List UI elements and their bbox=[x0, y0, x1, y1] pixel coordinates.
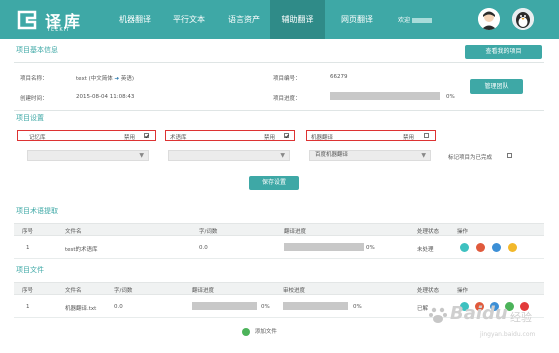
col-word-count: 字/词数 bbox=[199, 229, 218, 235]
export-icon[interactable] bbox=[476, 243, 485, 252]
project-progress-bar bbox=[330, 92, 440, 100]
edit-icon[interactable] bbox=[492, 243, 501, 252]
project-info-title: 项目基本信息 bbox=[16, 46, 58, 54]
term-setting-box: 术语库 禁用 bbox=[165, 130, 295, 141]
project-name-value: text (中文简体 ➔ 英语) bbox=[76, 76, 135, 82]
row-status: 已解 bbox=[417, 306, 429, 312]
welcome-text: 欢迎 bbox=[398, 15, 433, 24]
term-disable-checkbox[interactable] bbox=[284, 133, 289, 138]
row-word-count: 0.0 bbox=[199, 245, 208, 251]
mt-setting-box: 机器翻译 禁用 bbox=[306, 130, 436, 141]
project-files-title: 项目文件 bbox=[16, 266, 44, 274]
row-status: 未处理 bbox=[417, 247, 434, 253]
plus-icon bbox=[242, 328, 250, 336]
nav-web-translation[interactable]: 网页翻译 bbox=[326, 0, 388, 39]
mt-label: 机器翻译 bbox=[311, 135, 334, 141]
mt-disable-checkbox[interactable] bbox=[424, 133, 429, 138]
col-index: 序号 bbox=[22, 288, 34, 294]
nav-parallel-text[interactable]: 平行文本 bbox=[158, 0, 220, 39]
col-word-count: 字/词数 bbox=[114, 288, 133, 294]
arrow-right-icon: ➔ bbox=[114, 76, 120, 82]
row-progress-value: 0% bbox=[366, 245, 375, 251]
project-id-label: 项目编号： bbox=[273, 76, 301, 82]
penguin-icon bbox=[512, 8, 534, 30]
view-my-projects-button[interactable]: 查看我的项目 bbox=[465, 45, 542, 59]
col-filename: 文件名 bbox=[65, 288, 82, 294]
memory-disable-label: 禁用 bbox=[124, 135, 136, 141]
term-disable-label: 禁用 bbox=[264, 135, 276, 141]
col-index: 序号 bbox=[22, 229, 34, 235]
term-extraction-title: 项目术语提取 bbox=[16, 207, 58, 215]
add-file-button[interactable]: 添加文件 bbox=[242, 327, 277, 337]
row-review-progress-value: 0% bbox=[353, 304, 362, 310]
table-row: 1 test的术语库 0.0 0% 未处理 bbox=[14, 237, 544, 259]
baidu-watermark: Baidu 经验 jingyan.baidu.com bbox=[428, 301, 553, 347]
col-translate-progress: 翻译进度 bbox=[192, 288, 215, 294]
mt-disable-label: 禁用 bbox=[403, 135, 415, 141]
col-translate-progress: 翻译进度 bbox=[284, 229, 307, 235]
col-status: 处理状态 bbox=[417, 229, 440, 235]
col-filename: 文件名 bbox=[65, 229, 82, 235]
memory-label: 记忆库 bbox=[29, 135, 46, 141]
row-index: 1 bbox=[26, 304, 30, 310]
row-filename: 机器翻译.txt bbox=[65, 306, 97, 312]
term-select[interactable]: ▼ bbox=[168, 150, 290, 161]
col-status: 处理状态 bbox=[417, 288, 440, 294]
row-filename: test的术语库 bbox=[65, 247, 98, 253]
caret-down-icon: ▼ bbox=[139, 152, 144, 159]
logo-subtitle: YEEKIT bbox=[47, 27, 71, 33]
watermark-text: Baidu bbox=[450, 303, 508, 324]
nav-assisted-translation[interactable]: 辅助翻译 bbox=[270, 0, 325, 39]
divider bbox=[14, 62, 544, 63]
caret-down-icon: ▼ bbox=[280, 152, 285, 159]
memory-select[interactable]: ▼ bbox=[27, 150, 149, 161]
created-time-value: 2015-08-04 11:08:43 bbox=[76, 94, 135, 100]
term-table-header: 序号 文件名 字/词数 翻译进度 处理状态 操作 bbox=[14, 223, 544, 236]
row-word-count: 0.0 bbox=[114, 304, 123, 310]
project-name-label: 项目名称： bbox=[20, 76, 48, 82]
add-file-label: 添加文件 bbox=[254, 329, 277, 335]
avatar-icon bbox=[478, 8, 500, 30]
project-settings-title: 项目设置 bbox=[16, 114, 44, 122]
row-index: 1 bbox=[26, 245, 30, 251]
logo-icon bbox=[17, 10, 37, 30]
mark-complete-label: 标记项目为已完成 bbox=[448, 155, 493, 161]
memory-setting-box: 记忆库 禁用 bbox=[17, 130, 156, 141]
term-label: 术语库 bbox=[170, 135, 187, 141]
row-translate-progress-bar bbox=[192, 302, 257, 310]
username-redacted bbox=[412, 18, 433, 23]
row-translate-progress-value: 0% bbox=[261, 304, 270, 310]
view-icon[interactable] bbox=[460, 243, 469, 252]
manage-team-button[interactable]: 管理团队 bbox=[470, 79, 523, 94]
top-navigation-bar: 译库 YEEKIT 机器翻译 平行文本 语言资产 辅助翻译 网页翻译 欢迎 bbox=[0, 0, 559, 39]
col-actions: 操作 bbox=[457, 288, 469, 294]
project-id-value: 66279 bbox=[330, 74, 348, 80]
col-review-progress: 审校进度 bbox=[283, 288, 306, 294]
mt-engine-select[interactable]: 百度机器翻译 ▼ bbox=[309, 150, 431, 161]
download-icon[interactable] bbox=[508, 243, 517, 252]
memory-disable-checkbox[interactable] bbox=[144, 133, 149, 138]
row-review-progress-bar bbox=[283, 302, 348, 310]
project-progress-label: 项目进度： bbox=[273, 96, 301, 102]
divider bbox=[14, 110, 544, 111]
watermark-sub: 经验 bbox=[510, 311, 532, 324]
row-progress-bar bbox=[284, 243, 364, 251]
paw-icon bbox=[429, 307, 447, 323]
files-table-header: 序号 文件名 字/词数 翻译进度 审校进度 处理状态 操作 bbox=[14, 282, 544, 295]
settings-avatar[interactable] bbox=[512, 8, 534, 30]
nav-language-assets[interactable]: 语言资产 bbox=[213, 0, 275, 39]
mark-complete-checkbox[interactable] bbox=[507, 153, 512, 158]
watermark-url: jingyan.baidu.com bbox=[480, 331, 536, 338]
project-progress-value: 0% bbox=[446, 94, 455, 100]
caret-down-icon: ▼ bbox=[421, 152, 426, 159]
user-avatar[interactable] bbox=[478, 8, 500, 30]
save-settings-button[interactable]: 保存设置 bbox=[249, 176, 299, 190]
created-time-label: 创建时间： bbox=[20, 96, 48, 102]
col-actions: 操作 bbox=[457, 229, 469, 235]
